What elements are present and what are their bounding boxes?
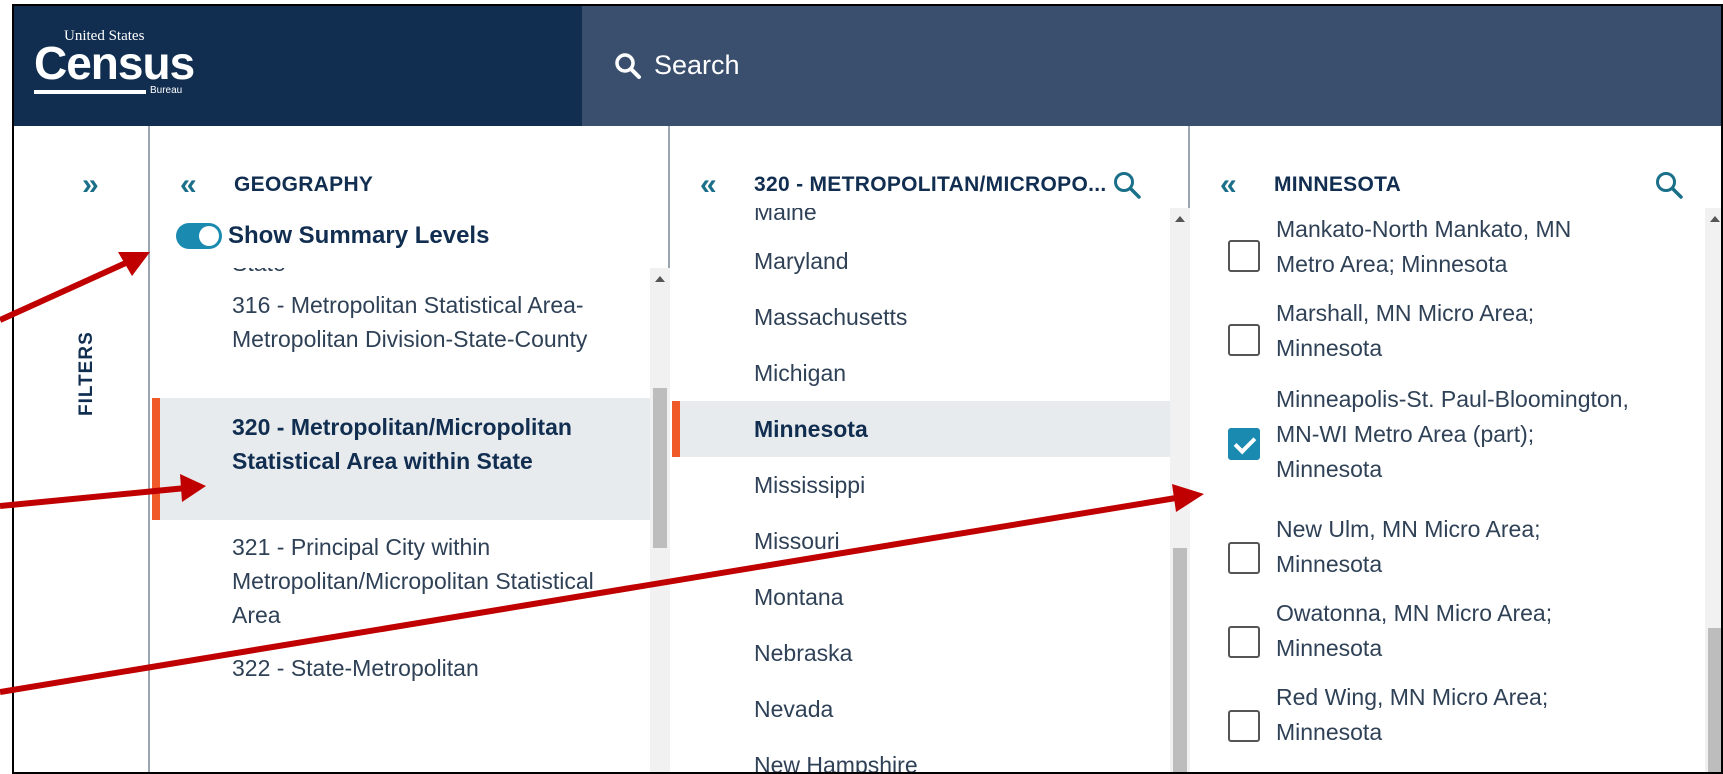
state-item-label: Missouri [754,528,840,554]
filters-strip: » FILTERS [14,126,150,772]
state-item-label: Michigan [754,360,847,386]
geography-item-label: State [232,268,286,276]
expand-filters-icon[interactable]: » [82,168,99,202]
areas-panel: « MINNESOTA Mankato-North Mankato, MN Me… [1192,126,1721,772]
areas-scrollbar[interactable] [1705,208,1721,772]
collapse-geography-icon[interactable]: « [180,170,197,200]
search-icon[interactable] [1112,170,1142,200]
state-item-massachusetts[interactable]: Massachusetts [672,289,1170,345]
search-icon [615,52,641,79]
summary-levels-toggle[interactable] [176,223,222,249]
states-title: 320 - METROPOLITAN/MICROPO... [754,173,1107,196]
state-item-label: Maine [754,208,817,225]
areas-panel-header: « MINNESOTA [1192,170,1721,204]
geography-scrollbar[interactable] [650,268,670,772]
area-checkbox[interactable] [1228,710,1260,742]
geography-list: State 316 - Metropolitan Statistical Are… [152,268,650,772]
geography-item-label: 321 - Principal City within Metropolitan… [232,534,594,628]
scrollbar-thumb[interactable] [1173,548,1187,772]
collapse-states-icon[interactable]: « [700,170,717,200]
toggle-knob [199,226,219,246]
geography-panel-header: « GEOGRAPHY [152,170,668,204]
state-item-label: Maryland [754,248,849,274]
geography-item-321[interactable]: 321 - Principal City within Metropolitan… [152,530,650,632]
state-item-label: Nevada [754,696,834,722]
search-bar[interactable]: Search [614,50,740,81]
area-item-label: New Ulm, MN Micro Area; Minnesota [1276,516,1541,577]
state-item-minnesota[interactable]: Minnesota [672,401,1170,457]
geography-panel: « GEOGRAPHY Show Summary Levels State 31… [152,126,670,772]
states-panel: « 320 - METROPOLITAN/MICROPO... Maine Ma… [672,126,1190,774]
state-item-michigan[interactable]: Michigan [672,345,1170,401]
area-item-label: Owatonna, MN Micro Area; Minnesota [1276,600,1553,661]
area-item-label: Mankato-North Mankato, MN Metro Area; Mi… [1276,216,1572,277]
area-item-label: Red Wing, MN Micro Area; Minnesota [1276,684,1549,745]
collapse-areas-icon[interactable]: « [1220,170,1237,200]
states-scrollbar[interactable] [1170,208,1190,772]
area-checkbox[interactable] [1228,324,1260,356]
geography-item-316[interactable]: 316 - Metropolitan Statistical Area-Metr… [152,288,650,356]
area-item-label: Minneapolis-St. Paul-Bloomington, MN-WI … [1276,386,1629,482]
logo-area: United States Census Bureau [14,6,582,126]
scroll-up-icon[interactable] [1175,216,1185,222]
area-item-label: Marshall, MN Micro Area; Minnesota [1276,300,1535,361]
state-item-mississippi[interactable]: Mississippi [672,457,1170,513]
geography-item-322[interactable]: 322 - State-Metropolitan [152,651,650,685]
scroll-up-icon[interactable] [655,276,665,282]
state-item-label: Montana [754,584,844,610]
geography-item-label: 322 - State-Metropolitan [232,655,479,681]
search-label: Search [654,50,740,80]
geography-item-state[interactable]: State [152,268,650,280]
summary-levels-toggle-row[interactable]: Show Summary Levels [176,222,489,250]
geography-title: GEOGRAPHY [234,173,374,196]
summary-levels-label: Show Summary Levels [228,222,490,249]
logo-underline [34,90,146,94]
geography-item-label: 316 - Metropolitan Statistical Area-Metr… [232,292,588,352]
state-item-label: Mississippi [754,472,866,498]
logo-main-text: Census [34,37,195,89]
state-item-maryland[interactable]: Maryland [672,233,1170,289]
top-header: United States Census Bureau Search [14,6,1721,126]
state-item-missouri[interactable]: Missouri [672,513,1170,569]
scrollbar-thumb[interactable] [1708,628,1721,772]
state-item-montana[interactable]: Montana [672,569,1170,625]
geography-item-label: 320 - Metropolitan/Micropolitan Statisti… [232,414,572,474]
area-checkbox[interactable] [1228,626,1260,658]
areas-list: Mankato-North Mankato, MN Metro Area; Mi… [1192,208,1705,772]
areas-title: MINNESOTA [1274,173,1402,196]
app-window: United States Census Bureau Search » FIL… [12,4,1723,774]
state-item-new-hampshire[interactable]: New Hampshire [672,737,1170,774]
state-item-label: New Hampshire [754,752,918,774]
area-checkbox[interactable] [1228,240,1260,272]
scrollbar-thumb[interactable] [653,388,667,548]
state-item-nevada[interactable]: Nevada [672,681,1170,737]
state-item-label: Minnesota [754,416,868,442]
area-checkbox[interactable] [1228,542,1260,574]
state-item-label: Nebraska [754,640,853,666]
state-item-nebraska[interactable]: Nebraska [672,625,1170,681]
logo-bureau-text: Bureau [150,85,183,96]
geography-item-320[interactable]: 320 - Metropolitan/Micropolitan Statisti… [152,398,650,520]
area-checkbox[interactable] [1228,428,1260,460]
state-item-label: Massachusetts [754,304,908,330]
filters-label[interactable]: FILTERS [76,331,98,416]
states-list: Maine Maryland Massachusetts Michigan Mi… [672,208,1170,774]
scroll-up-icon[interactable] [1710,216,1720,222]
search-icon[interactable] [1654,170,1684,200]
states-panel-header: « 320 - METROPOLITAN/MICROPO... [672,170,1188,204]
